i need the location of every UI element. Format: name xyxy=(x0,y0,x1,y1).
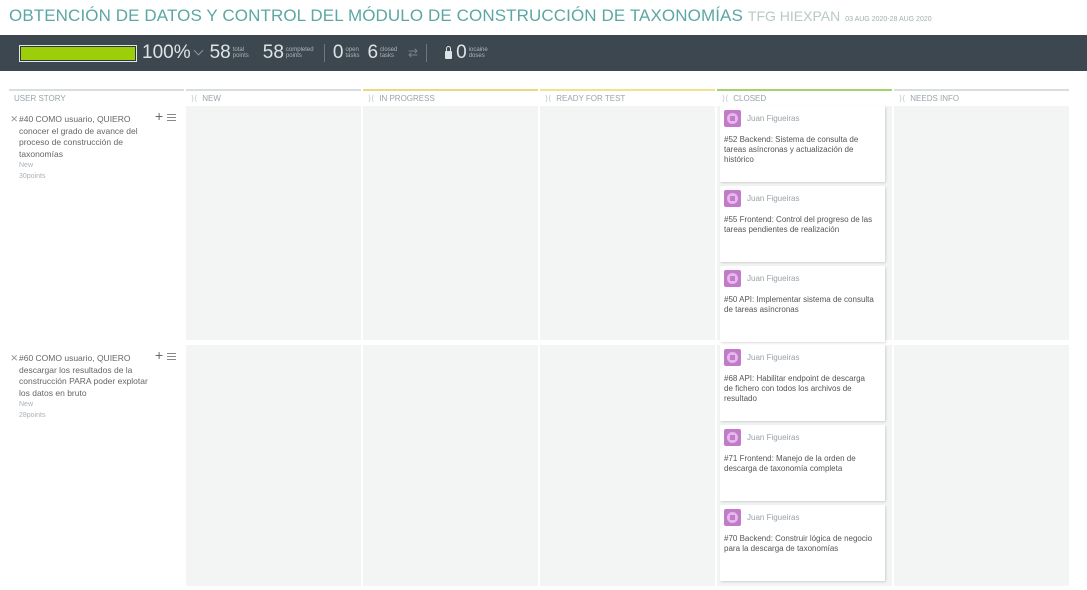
sprint-header: OBTENCIÓN DE DATOS Y CONTROL DEL MÓDULO … xyxy=(9,6,932,28)
taskboard-cell-closed: Juan Figueiras #68 API: Habilitar endpoi… xyxy=(717,345,892,586)
task-title[interactable]: #50 API: Implementar sistema de consulta… xyxy=(724,295,876,315)
taskboard-cell-ready-for-test xyxy=(540,106,715,340)
task-title[interactable]: #52 Backend: Sistema de consulta de tare… xyxy=(724,135,876,165)
stats-divider xyxy=(426,44,428,62)
user-story-points: 30points xyxy=(19,173,46,180)
fold-column-icon[interactable]: ⟩⟨ xyxy=(368,94,374,103)
swap-icon[interactable]: ⇄ xyxy=(408,46,418,60)
taskboard-cell-in-progress xyxy=(363,106,538,340)
column-header-user-story: USER STORY xyxy=(9,89,184,103)
completed-points-stat: 58 completed points xyxy=(263,42,316,64)
column-header-in-progress[interactable]: ⟩⟨ IN PROGRESS xyxy=(363,89,538,103)
avatar xyxy=(724,349,741,366)
sprint-dates: 03 AUG 2020-28 AUG 2020 xyxy=(845,16,932,23)
user-story-title[interactable]: #40 COMO usuario, QUIERO conocer el grad… xyxy=(19,114,151,160)
avatar xyxy=(724,270,741,287)
sprint-title: OBTENCIÓN DE DATOS Y CONTROL DEL MÓDULO … xyxy=(9,6,743,25)
total-points-value: 58 xyxy=(209,42,231,63)
collapse-story-icon[interactable]: ⨯ xyxy=(10,114,18,126)
column-header-new[interactable]: ⟩⟨ NEW xyxy=(186,89,361,103)
task-assignee[interactable]: Juan Figueiras xyxy=(747,114,799,123)
open-tasks-label: open tasks xyxy=(345,47,360,59)
open-tasks-stat: 0 open tasks xyxy=(333,42,360,64)
user-story: ⨯ #40 COMO usuario, QUIERO conocer el gr… xyxy=(9,109,179,182)
task-assignee[interactable]: Juan Figueiras xyxy=(747,513,799,522)
taskboard-cell-needs-info xyxy=(894,345,1069,586)
column-title: IN PROGRESS xyxy=(379,94,435,103)
progress-percent: 100% xyxy=(142,42,191,63)
sprint-progress-bar xyxy=(19,44,137,62)
bulk-add-tasks-icon[interactable] xyxy=(167,114,176,122)
task-title[interactable]: #71 Frontend: Manejo de la orden de desc… xyxy=(724,454,876,474)
column-header-closed[interactable]: ⟩⟨ CLOSED xyxy=(717,89,892,103)
closed-tasks-stat: 6 closed tasks xyxy=(367,42,398,64)
fold-column-icon[interactable]: ⟩⟨ xyxy=(899,94,905,103)
fold-column-icon[interactable]: ⟩⟨ xyxy=(191,94,197,103)
bulk-add-tasks-icon[interactable] xyxy=(167,353,176,361)
user-story-status: New xyxy=(19,401,34,408)
taskboard: USER STORY ⟩⟨ NEW ⟩⟨ IN PROGRESS ⟩⟨ READY F… xyxy=(9,89,1077,589)
closed-tasks-label: closed tasks xyxy=(380,47,398,59)
user-story-title[interactable]: #60 COMO usuario, QUIERO descargar los r… xyxy=(19,353,151,399)
iocaine-doses-value: 0 xyxy=(456,42,467,63)
completed-points-label: completed points xyxy=(285,47,314,59)
iocaine-doses-stat: 0 iocaine doses xyxy=(456,42,491,64)
task-assignee[interactable]: Juan Figueiras xyxy=(747,353,799,362)
task-card[interactable]: Juan Figueiras #70 Backend: Construir ló… xyxy=(720,505,885,581)
total-points-label: total points xyxy=(232,47,249,59)
task-assignee[interactable]: Juan Figueiras xyxy=(747,433,799,442)
closed-tasks-value: 6 xyxy=(367,42,379,63)
taskboard-cell-new xyxy=(186,106,361,340)
avatar xyxy=(724,509,741,526)
open-tasks-value: 0 xyxy=(332,42,344,63)
add-task-button[interactable]: + xyxy=(155,109,163,122)
stats-divider xyxy=(323,44,325,62)
column-title: READY FOR TEST xyxy=(556,94,626,103)
user-story-points: 28points xyxy=(19,412,46,419)
user-story-cell: ⨯ #60 COMO usuario, QUIERO descargar los… xyxy=(9,345,184,586)
task-assignee[interactable]: Juan Figueiras xyxy=(747,194,799,203)
avatar xyxy=(724,190,741,207)
fold-column-icon[interactable]: ⟩⟨ xyxy=(545,94,551,103)
task-title[interactable]: #70 Backend: Construir lógica de negocio… xyxy=(724,534,876,554)
taskboard-column-headers: USER STORY ⟩⟨ NEW ⟩⟨ IN PROGRESS ⟩⟨ READY F… xyxy=(9,89,1077,103)
task-card[interactable]: Juan Figueiras #68 API: Habilitar endpoi… xyxy=(720,345,885,421)
sprint-stats-bar: 100% 58 total points 58 completed points… xyxy=(0,35,1087,71)
user-story: ⨯ #60 COMO usuario, QUIERO descargar los… xyxy=(9,348,179,421)
fold-column-icon[interactable]: ⟩⟨ xyxy=(722,94,728,103)
user-story-status: New xyxy=(19,162,34,169)
task-title[interactable]: #68 API: Habilitar endpoint de descarga … xyxy=(724,374,876,404)
column-title: NEEDS INFO xyxy=(910,94,960,103)
taskboard-cell-closed: Juan Figueiras #52 Backend: Sistema de c… xyxy=(717,106,892,342)
task-title[interactable]: #55 Frontend: Control del progreso de la… xyxy=(724,215,876,235)
task-card[interactable]: Juan Figueiras #50 API: Implementar sist… xyxy=(720,266,885,342)
lock-icon xyxy=(445,46,453,59)
taskboard-row: ⨯ #60 COMO usuario, QUIERO descargar los… xyxy=(9,345,1077,586)
collapse-story-icon[interactable]: ⨯ xyxy=(10,353,18,365)
task-assignee[interactable]: Juan Figueiras xyxy=(747,274,799,283)
sprint-progress-fill xyxy=(21,46,135,60)
taskboard-cell-needs-info xyxy=(894,106,1069,340)
column-header-ready-for-test[interactable]: ⟩⟨ READY FOR TEST xyxy=(540,89,715,103)
taskboard-row: ⨯ #40 COMO usuario, QUIERO conocer el gr… xyxy=(9,106,1077,342)
taskboard-cell-in-progress xyxy=(363,345,538,586)
task-card[interactable]: Juan Figueiras #55 Frontend: Control del… xyxy=(720,186,885,262)
taskboard-cell-new xyxy=(186,345,361,586)
column-header-needs-info[interactable]: ⟩⟨ NEEDS INFO xyxy=(894,89,1069,103)
avatar xyxy=(724,110,741,127)
task-card[interactable]: Juan Figueiras #71 Frontend: Manejo de l… xyxy=(720,425,885,501)
avatar xyxy=(724,429,741,446)
column-title: NEW xyxy=(202,94,221,103)
total-points-stat: 58 total points xyxy=(210,42,255,64)
column-title: CLOSED xyxy=(733,94,767,103)
taskboard-cell-ready-for-test xyxy=(540,345,715,586)
task-card[interactable]: Juan Figueiras #52 Backend: Sistema de c… xyxy=(720,106,885,182)
user-story-cell: ⨯ #40 COMO usuario, QUIERO conocer el gr… xyxy=(9,106,184,340)
chevron-down-icon[interactable] xyxy=(193,45,204,56)
completed-points-value: 58 xyxy=(262,42,284,63)
add-task-button[interactable]: + xyxy=(155,348,163,361)
column-title: USER STORY xyxy=(14,94,66,103)
iocaine-doses-label: iocaine doses xyxy=(468,47,488,59)
project-name[interactable]: TFG HIEXPAN xyxy=(748,8,840,24)
